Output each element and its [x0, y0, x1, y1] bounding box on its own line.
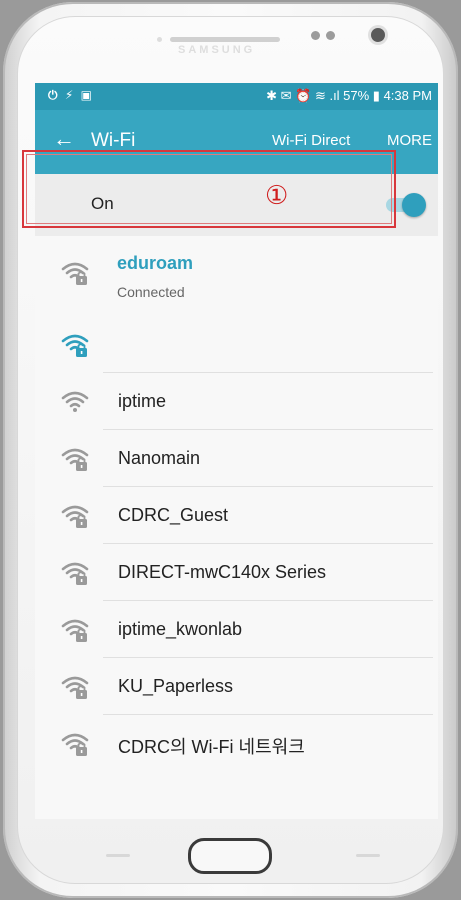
wifi-secured-icon [61, 262, 89, 285]
earpiece-speaker [170, 37, 280, 42]
toggle-knob [402, 193, 426, 217]
network-name: Nanomain [118, 448, 201, 468]
front-dot [157, 37, 162, 42]
wifi-secured-icon [61, 733, 89, 756]
network-name: CDRC의 Wi-Fi 네트워크 [118, 737, 305, 757]
wifi-secured-icon [61, 505, 89, 528]
network-item[interactable] [35, 316, 438, 373]
network-name: iptime_kwonlab [118, 619, 243, 639]
network-item[interactable]: Nanomain [35, 430, 438, 487]
wifi-secured-icon [61, 448, 89, 471]
status-bar: ⏻ ⚡ ▣ ✱ ✉ ⏰ ≋ .ıl 57% ▮ 4:38 PM [35, 83, 438, 110]
network-name: CDRC_Guest [118, 505, 229, 525]
network-name: DIRECT-mwC140x Series [118, 562, 327, 582]
wifi-secured-icon [61, 334, 89, 357]
annotation-highlight-box [22, 150, 396, 228]
page-title: Wi-Fi [91, 130, 136, 151]
more-button[interactable]: MORE [387, 132, 432, 149]
wifi-secured-icon [61, 562, 89, 585]
wifi-direct-button[interactable]: Wi-Fi Direct [272, 132, 350, 149]
annotation-marker: ① [265, 180, 289, 210]
network-item[interactable]: KU_Paperless [35, 658, 438, 715]
home-button[interactable] [188, 838, 272, 874]
light-sensor [326, 31, 335, 40]
back-key[interactable] [356, 854, 380, 857]
front-camera [371, 28, 385, 42]
annotation-highlight-inner [26, 154, 392, 224]
connected-network-item[interactable]: eduroam Connected [35, 236, 438, 316]
recent-apps-key[interactable] [106, 854, 130, 857]
connected-network-name: eduroam [117, 253, 194, 273]
network-item[interactable]: iptime [35, 373, 438, 430]
brand-logo: SAMSUNG [178, 44, 256, 56]
status-right-info: ✱ ✉ ⏰ ≋ .ıl 57% ▮ 4:38 PM [266, 88, 432, 103]
network-item[interactable]: CDRC_Guest [35, 487, 438, 544]
wifi-secured-icon [61, 676, 89, 699]
wifi-open-icon [61, 391, 89, 412]
connected-status: Connected [117, 284, 185, 300]
network-name: KU_Paperless [118, 676, 234, 696]
proximity-sensor [311, 31, 320, 40]
back-arrow-icon[interactable]: ← [53, 127, 75, 151]
wifi-secured-icon [61, 619, 89, 642]
wifi-list-container: On eduroam Connected iptime Nanomain CDR… [35, 174, 438, 819]
network-item[interactable]: DIRECT-mwC140x Series [35, 544, 438, 601]
network-item[interactable]: CDRC의 Wi-Fi 네트워크 [35, 715, 438, 772]
network-name: iptime [118, 391, 167, 411]
network-item[interactable]: iptime_kwonlab [35, 601, 438, 658]
status-left-icons: ⏻ ⚡ ▣ [48, 88, 94, 102]
